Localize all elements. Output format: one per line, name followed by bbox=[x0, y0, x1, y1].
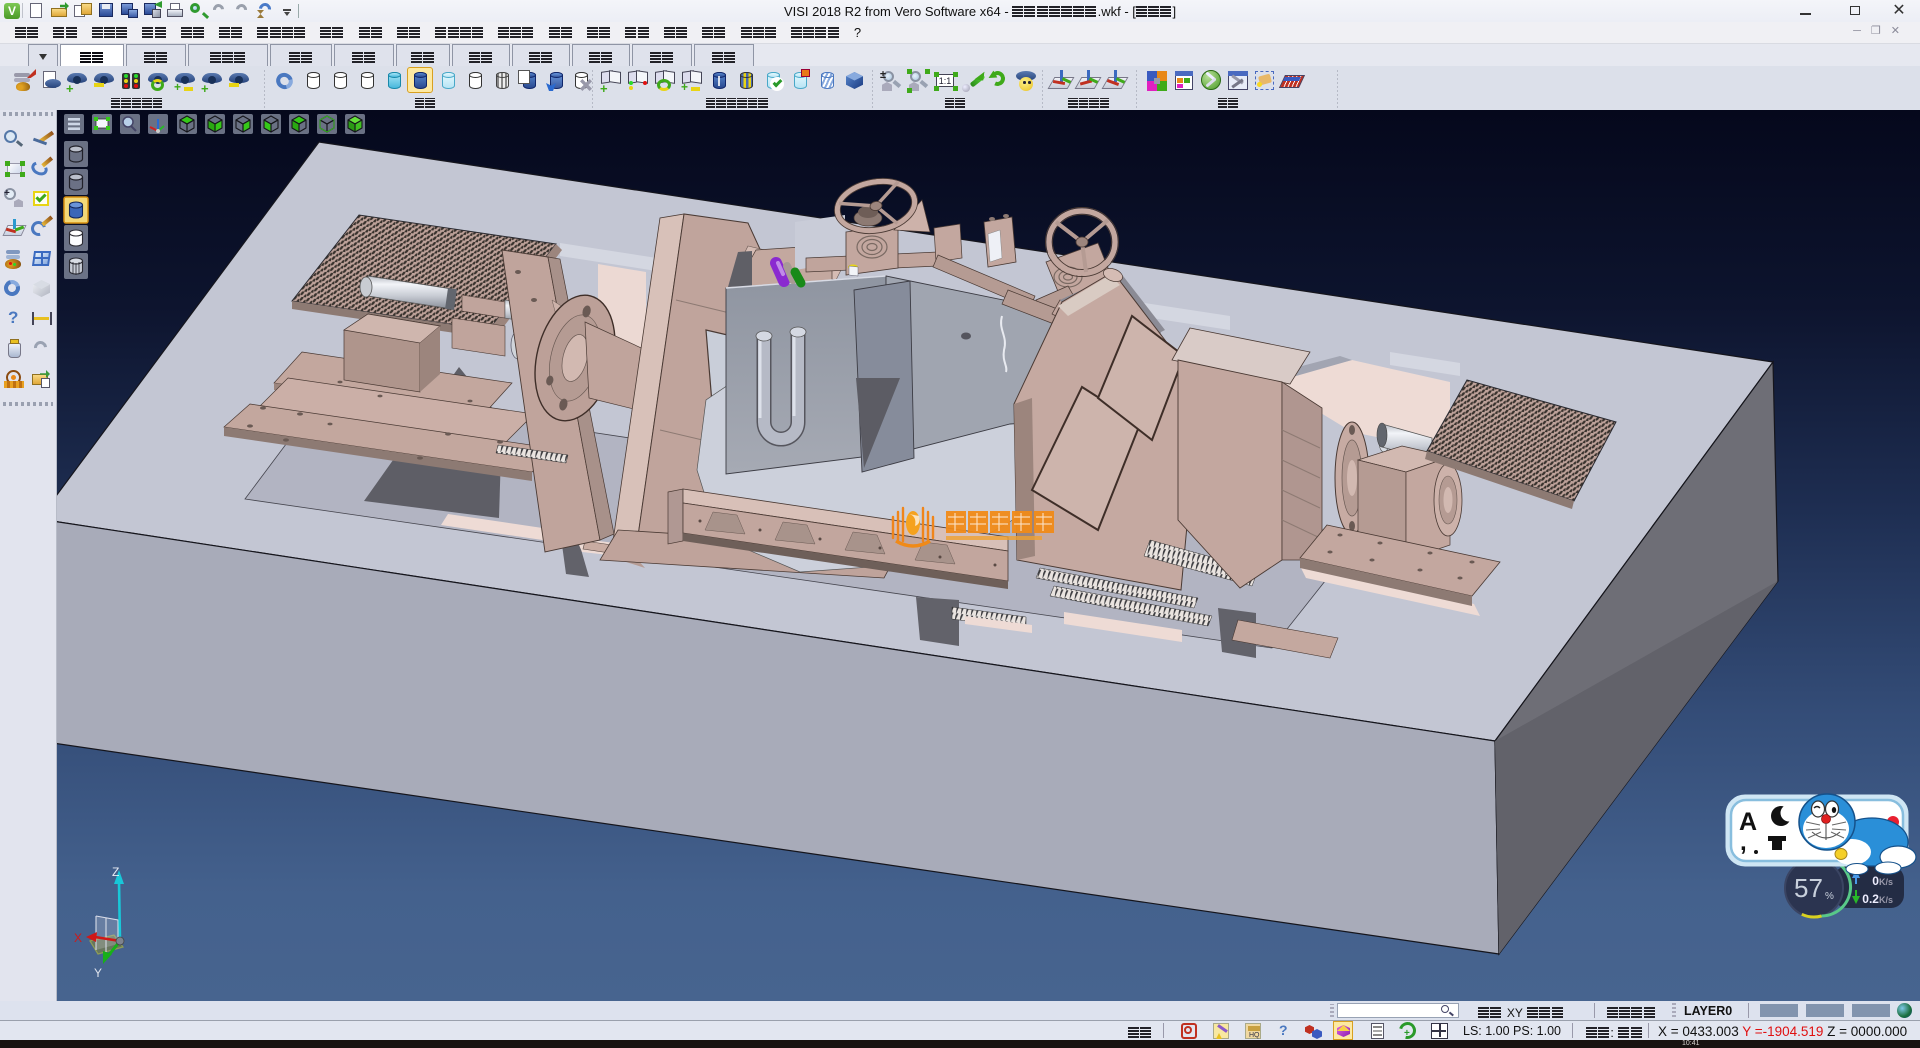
svg-text:,: , bbox=[1740, 829, 1747, 856]
svg-text:Z: Z bbox=[112, 865, 119, 879]
svg-text:X: X bbox=[74, 931, 82, 945]
svg-text:57: 57 bbox=[1794, 873, 1823, 903]
svg-text:Y: Y bbox=[94, 966, 102, 980]
svg-text:0.2K/s: 0.2K/s bbox=[1862, 892, 1893, 906]
svg-text:%: % bbox=[1825, 891, 1834, 902]
svg-text:0K/s: 0K/s bbox=[1872, 874, 1893, 888]
